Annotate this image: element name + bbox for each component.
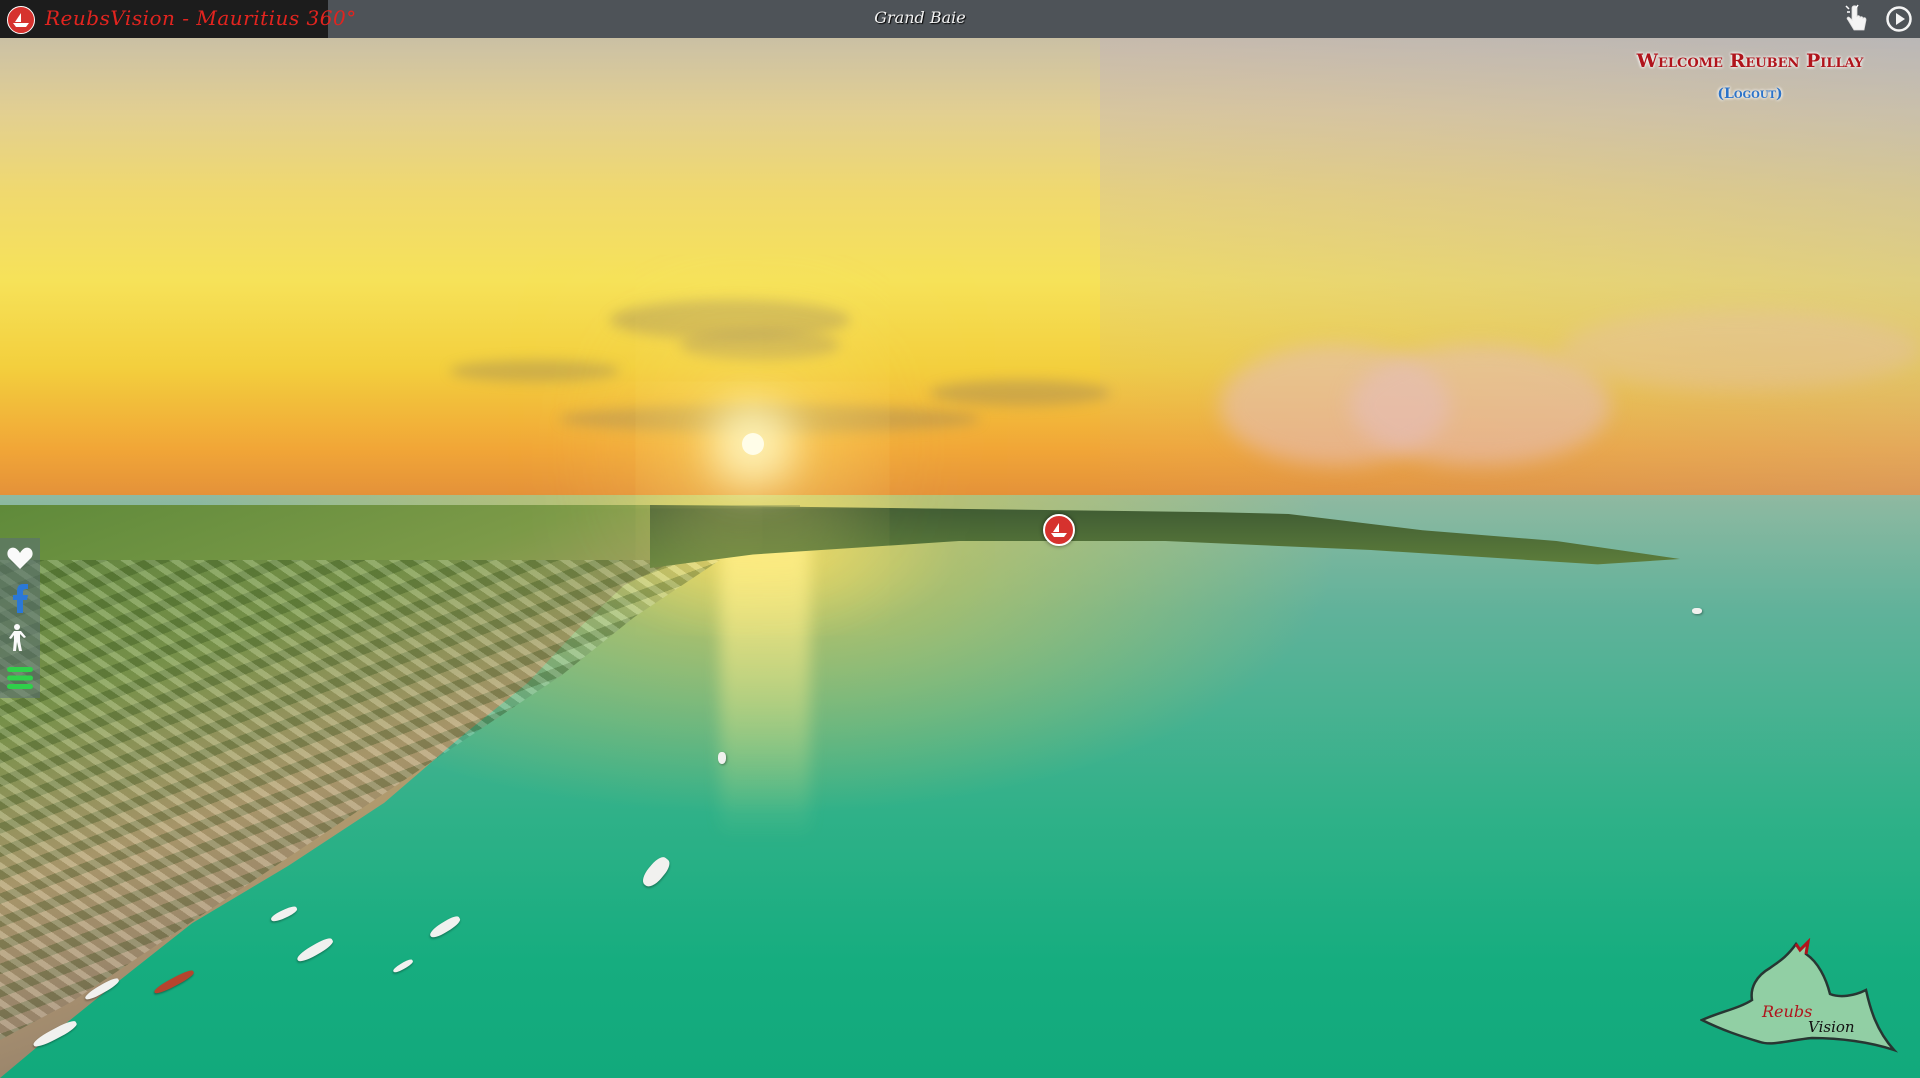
- cloud: [560, 405, 980, 433]
- heart-icon: [7, 547, 33, 569]
- cloud: [930, 380, 1110, 406]
- brand-watermark: Reubs Vision: [1699, 937, 1900, 1058]
- cloud: [1560, 310, 1920, 390]
- facebook-icon: [13, 584, 28, 613]
- location-title: Grand Baie: [874, 8, 966, 27]
- boat: [1692, 608, 1702, 614]
- cloud: [680, 330, 840, 360]
- person-icon: [9, 624, 26, 651]
- boat-logo-icon: [13, 13, 29, 27]
- boat-hotspot-icon: [1051, 523, 1067, 537]
- welcome-message: Welcome Reuben Pillay: [1636, 50, 1864, 72]
- hand-pointer-button[interactable]: [1840, 2, 1874, 36]
- menu-icon: [7, 667, 33, 689]
- menu-button[interactable]: [4, 662, 36, 694]
- panorama-view[interactable]: [0, 0, 1920, 1078]
- left-sidebar: [0, 538, 40, 698]
- app-title: ReubsVision - Mauritius 360°: [45, 6, 357, 30]
- walk-mode-button[interactable]: [4, 622, 36, 654]
- autoplay-button[interactable]: [1882, 2, 1916, 36]
- play-icon: [1886, 6, 1912, 32]
- brand-name-part1: Reubs: [1762, 1002, 1813, 1021]
- title-box: ReubsVision - Mauritius 360°: [0, 0, 356, 38]
- cloud: [450, 360, 620, 382]
- logout-link[interactable]: (Logout): [1660, 86, 1840, 102]
- brand-name-part2: Vision: [1808, 1018, 1855, 1036]
- sun-reflection: [720, 520, 810, 840]
- boat: [718, 752, 726, 764]
- top-bar: ReubsVision - Mauritius 360° Grand Baie: [0, 0, 1920, 38]
- facebook-share-button[interactable]: [4, 582, 36, 614]
- like-button[interactable]: [4, 542, 36, 574]
- hand-pointer-icon: [1845, 4, 1867, 31]
- reubsvision-logo-icon[interactable]: [7, 6, 35, 34]
- bird-logo-icon: [1699, 937, 1899, 1053]
- sun: [742, 433, 764, 455]
- location-hotspot[interactable]: [1043, 514, 1075, 546]
